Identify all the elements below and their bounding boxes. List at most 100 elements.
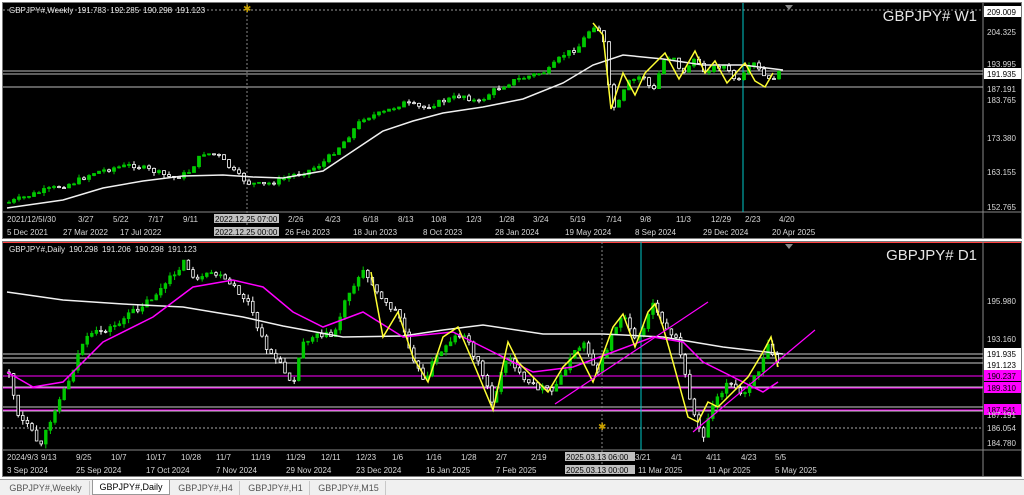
candle-body xyxy=(361,269,365,278)
candle-body xyxy=(437,99,441,107)
candle-body xyxy=(614,326,618,335)
time-axis-bottom-label: 20 Apr 2025 xyxy=(772,228,816,237)
daily-low: 190.298 xyxy=(134,245,164,254)
candle-body xyxy=(563,369,568,376)
time-axis-top-label: 5/22 xyxy=(113,215,129,224)
time-axis-top-label: 9/13 xyxy=(41,453,57,462)
weekly-chart-panel[interactable]: GBPJPY#,Weekly 191.783 192.285 190.298 1… xyxy=(2,2,1022,239)
candle-body xyxy=(283,361,287,374)
candle-body xyxy=(301,341,306,359)
candle-body xyxy=(327,154,331,163)
candle-body xyxy=(701,427,706,438)
time-axis-top-label: 1/6 xyxy=(392,453,404,462)
candle-body xyxy=(343,300,347,318)
candle-body xyxy=(724,382,729,394)
time-axis-top-label: 2024/9/3 xyxy=(7,453,39,462)
daily-high: 191.206 xyxy=(101,245,131,254)
candle-body xyxy=(356,277,361,287)
candle-body xyxy=(715,396,720,406)
candle-body xyxy=(587,31,591,39)
time-axis-top-label: 5/19 xyxy=(570,215,586,224)
price-axis-label: 204.325 xyxy=(987,28,1016,37)
candle-body xyxy=(21,415,25,421)
candle-body xyxy=(507,84,511,88)
weekly-price-canvas[interactable]: 209.009 204.325 193.995191.935 187.191 183.7… xyxy=(3,3,1021,238)
candle-body xyxy=(619,317,623,328)
candle-body xyxy=(37,192,41,195)
time-axis-bottom-label: 5 May 2025 xyxy=(775,466,817,475)
candle-body xyxy=(504,360,508,373)
time-axis-top-label: 11/3 xyxy=(676,215,692,224)
candle-body xyxy=(247,180,251,185)
chart-shift-marker-icon xyxy=(785,244,793,249)
candle-body xyxy=(127,164,131,166)
candle-body xyxy=(757,62,761,70)
candle-body xyxy=(527,75,531,79)
candle-body xyxy=(77,177,81,185)
candle-body xyxy=(481,360,485,376)
tab-m15[interactable]: GBPJPY#,M15 xyxy=(312,481,386,495)
candle-body xyxy=(25,420,30,425)
weekly-close: 191.123 xyxy=(176,6,206,15)
candle-body xyxy=(200,276,204,280)
candle-body xyxy=(42,188,46,194)
price-axis-label: 186.054 xyxy=(987,424,1016,433)
candle-body xyxy=(559,374,563,385)
candle-body xyxy=(447,97,451,103)
daily-ohlc-info: GBPJPY#,Daily 190.298 191.206 190.298 19… xyxy=(9,245,197,254)
candle-body xyxy=(53,410,57,423)
zigzag-line xyxy=(592,22,774,110)
candle-body xyxy=(672,57,676,60)
candle-body xyxy=(557,56,561,63)
candle-body xyxy=(762,68,766,77)
candle-body xyxy=(742,72,746,81)
time-axis-top-label: 4/20 xyxy=(779,215,795,224)
candle-body xyxy=(187,172,191,174)
candle-body xyxy=(407,101,411,104)
candle-body xyxy=(67,380,71,390)
tab-h1[interactable]: GBPJPY#,H1 xyxy=(242,481,310,495)
candle-body xyxy=(531,382,536,385)
weekly-open: 191.783 xyxy=(77,6,107,15)
candle-body xyxy=(167,174,171,177)
time-axis-top-label: 12/11 xyxy=(321,453,341,462)
price-axis-label: 187.191 xyxy=(987,411,1016,420)
candle-body xyxy=(117,166,121,169)
candle-body xyxy=(172,274,177,277)
price-axis-label: 191.935 xyxy=(987,350,1016,359)
candle-body xyxy=(647,77,651,87)
time-axis-top-label: 10/17 xyxy=(146,453,167,462)
candle-body xyxy=(126,312,131,320)
time-axis-bottom-label: 2022.12.25 00:00 xyxy=(215,228,278,237)
candle-body xyxy=(572,50,576,53)
candle-body xyxy=(191,269,195,278)
candle-body xyxy=(7,201,11,204)
time-axis-top-label: 11/7 xyxy=(216,453,232,462)
daily-chart-panel[interactable]: GBPJPY#,Daily 190.298 191.206 190.298 19… xyxy=(2,241,1022,477)
candle-body xyxy=(362,119,366,123)
time-axis-top-label: 9/25 xyxy=(76,453,92,462)
tab-h4[interactable]: GBPJPY#,H4 xyxy=(172,481,240,495)
candle-body xyxy=(632,328,637,339)
candle-body xyxy=(251,300,255,313)
candle-body xyxy=(154,294,158,301)
candle-body xyxy=(490,385,494,403)
candle-body xyxy=(103,330,108,333)
candle-body xyxy=(209,272,214,275)
candle-body xyxy=(492,88,496,96)
tab-daily[interactable]: GBPJPY#,Daily xyxy=(92,480,170,495)
candle-body xyxy=(177,177,181,179)
candle-body xyxy=(384,298,388,303)
daily-price-canvas[interactable]: 195.980 193.160 191.935 191.123 190.237 189.3… xyxy=(3,242,1021,476)
candle-body xyxy=(195,276,200,280)
candle-body xyxy=(512,79,516,86)
tab-weekly[interactable]: GBPJPY#,Weekly xyxy=(2,481,90,495)
candle-body xyxy=(163,283,168,289)
candle-body xyxy=(67,183,71,189)
candle-body xyxy=(677,57,681,69)
candle-body xyxy=(22,196,26,199)
candle-body xyxy=(47,187,51,189)
candle-body xyxy=(637,76,641,80)
time-axis-bottom-label: 11 Apr 2025 xyxy=(708,466,751,475)
candle-body xyxy=(62,187,66,189)
